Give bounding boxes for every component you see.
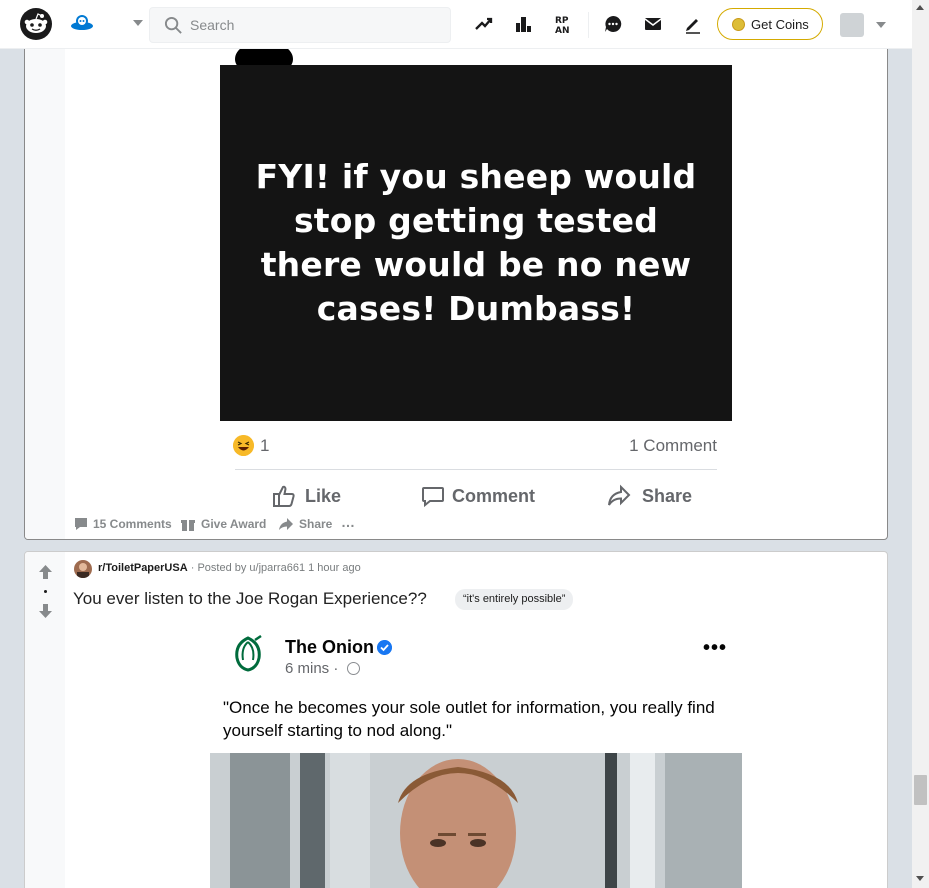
- post-title[interactable]: You ever listen to the Joe Rogan Experie…: [73, 589, 427, 609]
- search-box[interactable]: [149, 7, 451, 43]
- fb-share-action: Share: [606, 483, 696, 509]
- posted-by: · Posted by u/jparra661 1 hour ago: [190, 562, 361, 574]
- scroll-up-arrow-icon[interactable]: [916, 5, 924, 10]
- share-arrow-icon: [608, 484, 631, 506]
- vote-column: [25, 552, 65, 888]
- home-snoo-icon[interactable]: [70, 12, 94, 36]
- chat-icon[interactable]: [603, 14, 623, 34]
- gift-icon: [181, 520, 195, 531]
- create-post-icon[interactable]: [683, 14, 703, 34]
- user-menu-caret-icon[interactable]: [876, 22, 886, 28]
- post-card[interactable]: FYI! if you sheep would stop getting tes…: [24, 30, 888, 540]
- haha-reaction-icon: [233, 435, 254, 456]
- post-card[interactable]: r/ToiletPaperUSA · Posted by u/jparra661…: [24, 551, 888, 888]
- subreddit-avatar[interactable]: [74, 560, 92, 578]
- more-options-icon: …: [341, 514, 355, 530]
- popular-trending-icon[interactable]: [474, 14, 494, 34]
- page-scrollbar[interactable]: [912, 0, 929, 888]
- divider: [235, 469, 717, 470]
- vote-column: [25, 31, 65, 539]
- embed-timestamp: 6 mins ·: [285, 660, 339, 677]
- image-text-line: FYI! if you sheep would: [255, 157, 697, 196]
- fb-comment-label: Comment: [452, 486, 536, 506]
- comments-label: 15 Comments: [93, 517, 172, 531]
- give-award-button[interactable]: Give Award: [180, 515, 272, 533]
- get-coins-label: Get Coins: [751, 17, 809, 32]
- svg-text:AN: AN: [555, 26, 570, 34]
- fb-share-label: Share: [642, 486, 693, 506]
- header-separator: [588, 12, 589, 38]
- embed-quote: "Once he becomes your sole outlet for in…: [223, 698, 715, 740]
- share-button[interactable]: Share: [278, 515, 336, 533]
- coin-icon: [732, 18, 745, 31]
- fb-like-label: Like: [305, 486, 342, 506]
- reaction-count: 1: [260, 436, 270, 455]
- onion-logo-icon: [235, 634, 262, 672]
- search-icon: [164, 16, 182, 34]
- scrollbar-thumb[interactable]: [914, 775, 927, 805]
- user-avatar[interactable]: [840, 13, 864, 37]
- globe-icon: [347, 662, 360, 675]
- fb-like-action: Like: [271, 483, 351, 509]
- subreddit-link[interactable]: r/ToiletPaperUSA: [98, 562, 188, 574]
- post-flair[interactable]: “it's entirely possible”: [455, 589, 574, 610]
- share-icon: [279, 518, 293, 530]
- search-input[interactable]: [190, 8, 440, 42]
- image-text-line: stop getting tested: [293, 201, 659, 240]
- scroll-down-arrow-icon[interactable]: [916, 876, 924, 881]
- comments-button[interactable]: 15 Comments: [73, 515, 175, 533]
- embedded-image-text: FYI! if you sheep would stop getting tes…: [220, 155, 732, 331]
- svg-text:RP: RP: [555, 16, 569, 26]
- image-text-line: cases! Dumbass!: [316, 289, 636, 328]
- share-label: Share: [299, 517, 333, 531]
- reddit-logo-icon[interactable]: [20, 8, 52, 40]
- leaderboard-icon[interactable]: [514, 14, 534, 34]
- embedded-photo[interactable]: [210, 753, 742, 888]
- upvote-arrow-icon[interactable]: [39, 565, 52, 579]
- comment-icon: [75, 518, 87, 530]
- verified-badge-icon: [377, 640, 392, 655]
- get-coins-button[interactable]: Get Coins: [717, 8, 823, 40]
- fb-comment-action: Comment: [420, 483, 540, 509]
- fb-comment-count: 1 Comment: [629, 436, 717, 455]
- downvote-arrow-icon[interactable]: [39, 604, 52, 618]
- post-meta: r/ToiletPaperUSA · Posted by u/jparra661…: [98, 562, 361, 574]
- embed-page-name: The Onion: [285, 637, 374, 657]
- comment-bubble-icon: [422, 487, 444, 508]
- more-options-button[interactable]: …: [341, 514, 359, 533]
- top-header: RP AN Get Coins: [0, 0, 912, 49]
- mail-icon[interactable]: [643, 14, 663, 34]
- rpan-icon[interactable]: RP AN: [554, 14, 574, 34]
- vote-score: [44, 590, 47, 593]
- image-text-line: there would be no new: [260, 245, 692, 284]
- embed-more-icon: •••: [703, 637, 728, 659]
- like-thumb-icon: [273, 485, 295, 507]
- give-award-label: Give Award: [201, 517, 267, 531]
- home-dropdown-caret-icon[interactable]: [133, 20, 143, 26]
